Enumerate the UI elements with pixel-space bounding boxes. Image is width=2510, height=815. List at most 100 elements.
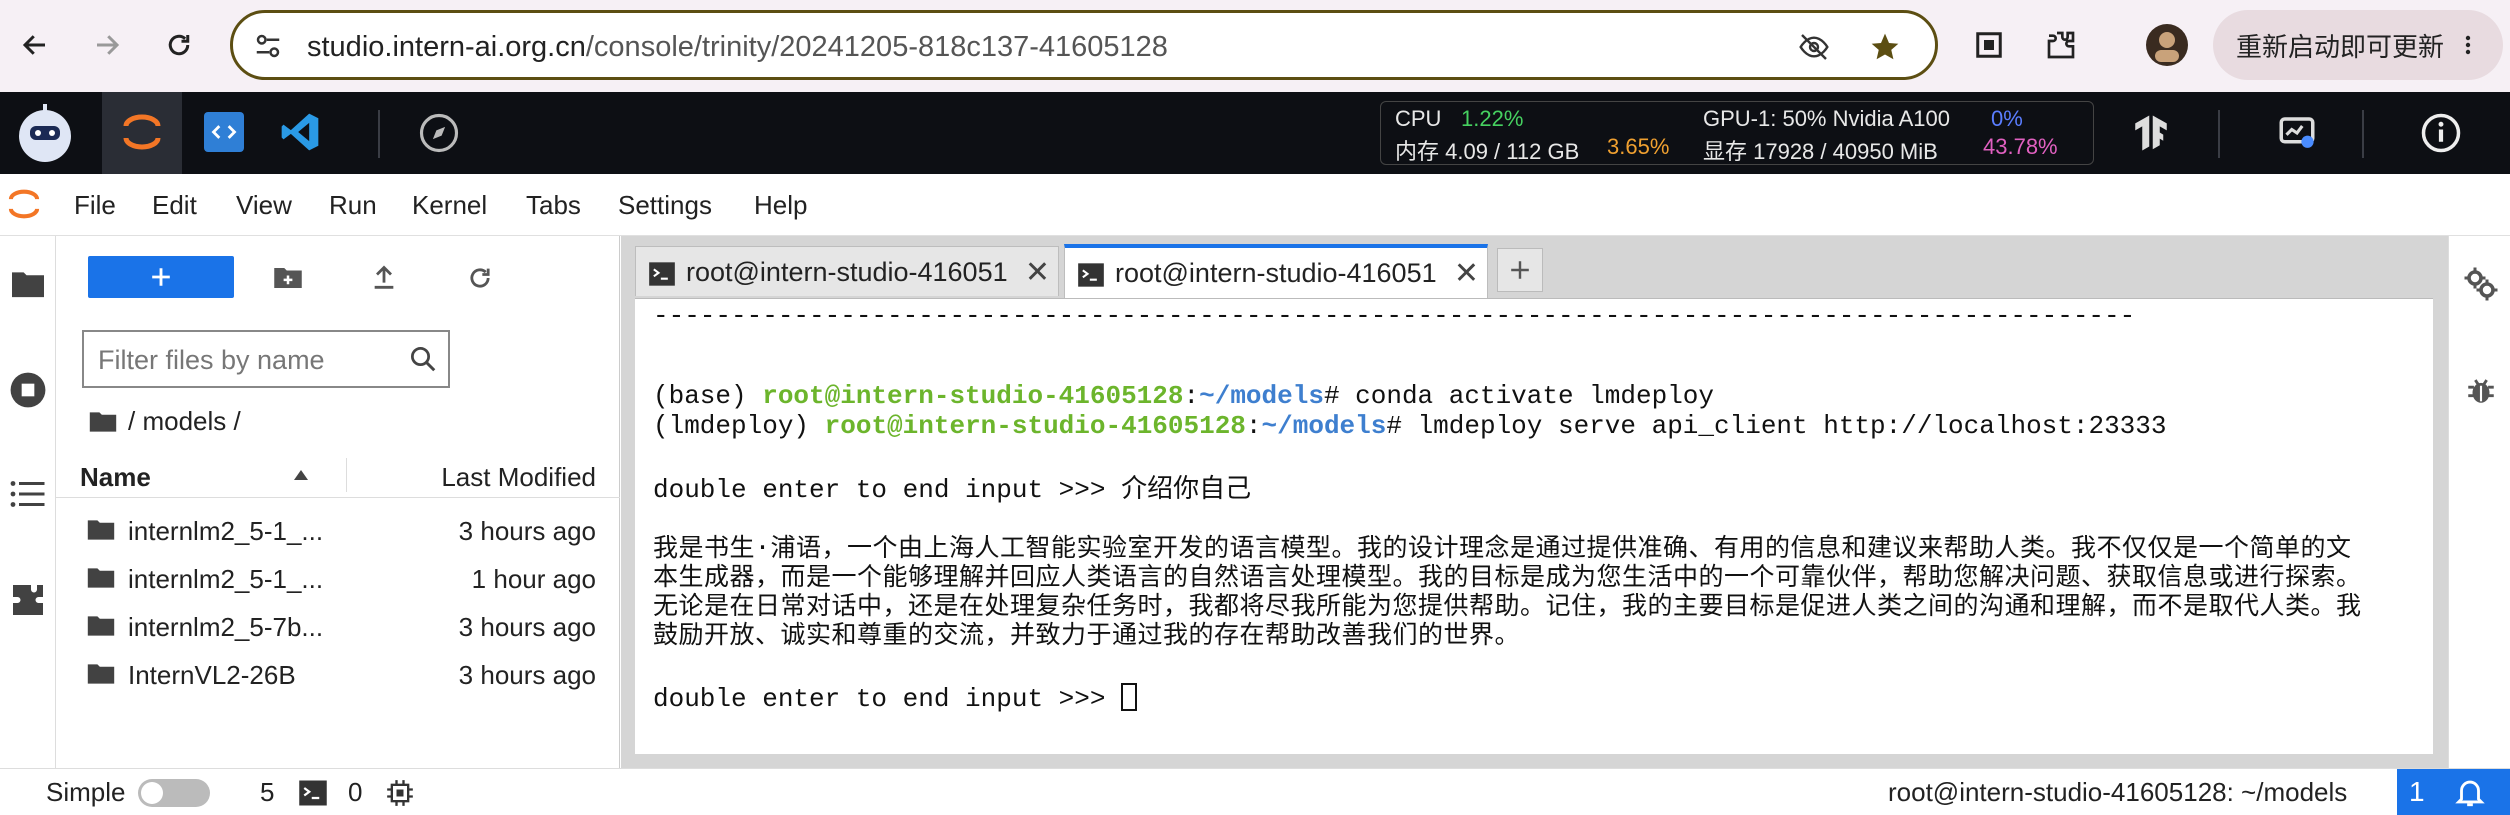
extensions-tab[interactable] [6, 578, 50, 622]
menu-kernel[interactable]: Kernel [412, 190, 487, 221]
square-icon [1976, 32, 2002, 58]
extensions-button[interactable] [2038, 22, 2084, 68]
site-settings-icon[interactable] [253, 31, 283, 61]
debugger-tab[interactable] [2459, 368, 2503, 412]
close-icon[interactable]: ✕ [1454, 256, 1479, 291]
robot-logo-icon [19, 104, 71, 162]
notification-count: 1 [2409, 776, 2425, 807]
kernel-count[interactable]: 5 [260, 777, 274, 808]
menu-file[interactable]: File [74, 190, 116, 221]
address-bar[interactable]: studio.intern-ai.org.cn/console/trinity/… [230, 10, 1938, 80]
terminal-count[interactable]: 0 [348, 777, 362, 808]
resource-stats: CPU 1.22% 内存 4.09 / 112 GB 3.65% GPU-1: … [1380, 101, 2094, 165]
tensorflow-icon [2135, 115, 2167, 151]
simple-mode-toggle[interactable] [138, 779, 210, 807]
search-icon [411, 347, 436, 372]
toggle-knob [141, 782, 163, 804]
terminal-icon [1078, 263, 1104, 287]
file-row[interactable]: internlm2_5-1_... 1 hour ago [56, 554, 620, 602]
extension-button[interactable] [1966, 22, 2012, 68]
vscode-tool[interactable] [278, 110, 322, 154]
back-button[interactable] [12, 22, 58, 68]
running-sessions-tab[interactable] [6, 368, 50, 412]
folder-icon [87, 568, 115, 588]
browser-toolbar: studio.intern-ai.org.cn/console/trinity/… [0, 0, 2510, 92]
jupyter-logo-icon [8, 189, 40, 219]
file-name: InternVL2-26B [128, 660, 296, 690]
jupyter-tool[interactable] [102, 92, 182, 174]
file-browser-panel: / models / Name Last Modified internlm2_… [56, 236, 620, 768]
mem-value: 3.65% [1607, 134, 1670, 159]
property-inspector-tab[interactable] [2459, 262, 2503, 306]
puzzle-icon [2047, 31, 2075, 59]
terminal-icon [299, 780, 327, 806]
tab-terminal-2[interactable]: root@intern-studio-416051 ✕ [1064, 244, 1488, 300]
code-icon [211, 125, 237, 139]
refresh-icon [470, 268, 490, 288]
column-name[interactable]: Name [80, 462, 151, 493]
file-row[interactable]: internlm2_5-1_... 3 hours ago [56, 506, 620, 554]
menu-help[interactable]: Help [754, 190, 807, 221]
table-of-contents-tab[interactable] [6, 472, 50, 516]
close-icon[interactable]: ✕ [1025, 255, 1050, 290]
terminal-rule: ----------------------------------------… [653, 301, 2136, 331]
terminal-cursor [1121, 683, 1138, 711]
file-name: internlm2_5-1_... [128, 564, 324, 594]
menu-settings[interactable]: Settings [618, 190, 712, 221]
filter-box [82, 330, 450, 388]
column-last-modified[interactable]: Last Modified [441, 462, 596, 493]
folder-icon [89, 411, 117, 432]
jupyter-logo [6, 186, 42, 222]
breadcrumb[interactable]: / models / [88, 406, 241, 437]
vscode-icon [281, 113, 319, 151]
file-row[interactable]: internlm2_5-7b... 3 hours ago [56, 602, 620, 650]
new-tab-button[interactable] [1497, 248, 1543, 292]
folder-icon [87, 616, 115, 636]
refresh-button[interactable] [460, 258, 500, 298]
new-launcher-button[interactable] [88, 256, 234, 298]
new-folder-button[interactable] [268, 258, 308, 298]
update-button[interactable]: 重新启动即可更新 [2213, 10, 2503, 80]
stop-circle-icon [10, 372, 46, 408]
update-label: 重新启动即可更新 [2235, 31, 2444, 62]
terminal-icon [649, 262, 675, 286]
arrow-left-icon [22, 35, 45, 55]
forward-button[interactable] [84, 22, 130, 68]
monitor-tool[interactable] [2276, 112, 2318, 154]
tensorflow-tool[interactable] [2130, 112, 2172, 154]
cpu-label: CPU [1395, 106, 1442, 131]
gpu-value: 0% [1991, 106, 2023, 131]
menu-run[interactable]: Run [329, 190, 377, 221]
star-icon[interactable] [1869, 31, 1901, 63]
terminal-line: (lmdeploy) root@intern-studio-41605128:~… [653, 411, 2167, 441]
right-activity-bar [2448, 236, 2510, 768]
compass-tool[interactable] [418, 112, 460, 154]
file-browser-tab[interactable] [6, 262, 50, 306]
menu-view[interactable]: View [236, 190, 292, 221]
vram-label: 显存 17928 / 40950 MiB [1703, 139, 1938, 164]
folder-icon [12, 272, 44, 298]
file-row[interactable]: InternVL2-26B 3 hours ago [56, 650, 620, 698]
terminal-line: (base) root@intern-studio-41605128:~/mod… [653, 381, 1715, 411]
vram-value: 43.78% [1983, 134, 2058, 159]
left-activity-bar [0, 236, 56, 768]
upload-button[interactable] [364, 258, 404, 298]
terminal-output[interactable]: ----------------------------------------… [635, 298, 2433, 754]
file-modified: 3 hours ago [458, 516, 596, 546]
code-tool[interactable] [204, 112, 244, 152]
reload-button[interactable] [156, 22, 202, 68]
menu-edit[interactable]: Edit [152, 190, 197, 221]
eye-off-icon[interactable] [1797, 31, 1831, 63]
status-bar: Simple 5 0 root@intern-studio-41605128: … [0, 768, 2510, 815]
mem-label: 内存 4.09 / 112 GB [1395, 139, 1580, 164]
folder-icon [87, 664, 115, 684]
menu-tabs[interactable]: Tabs [526, 190, 581, 221]
tab-terminal-1[interactable]: root@intern-studio-416051 ✕ [635, 246, 1059, 296]
notifications-button[interactable]: 1 [2397, 769, 2510, 815]
column-divider[interactable] [346, 458, 347, 492]
info-tool[interactable] [2420, 112, 2462, 154]
more-vertical-icon [2465, 35, 2471, 55]
plus-icon [1511, 261, 1529, 279]
profile-avatar[interactable] [2144, 22, 2190, 68]
filter-input[interactable] [98, 344, 398, 376]
